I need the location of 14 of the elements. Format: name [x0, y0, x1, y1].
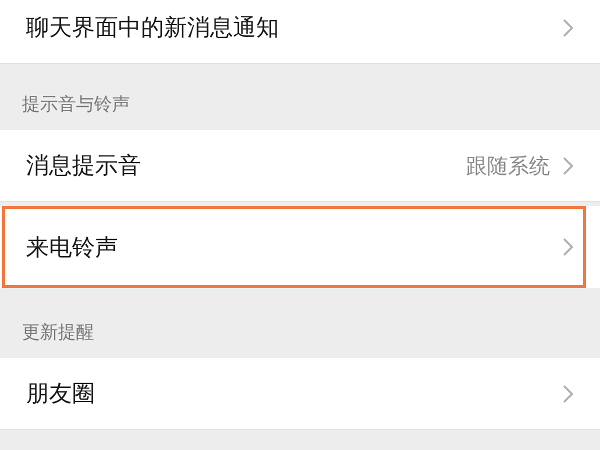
- chevron-icon: [562, 18, 574, 38]
- settings-row[interactable]: 朋友圈: [0, 358, 600, 430]
- row-label: 来电铃声: [26, 234, 119, 262]
- settings-row[interactable]: 消息提示音 跟随系统: [0, 130, 600, 202]
- row-label: 朋友圈: [26, 380, 96, 409]
- section-header: 提示音与铃声: [21, 93, 131, 117]
- section-header: 更新提醒: [21, 321, 95, 345]
- row-label: 消息提示音: [26, 152, 142, 181]
- chevron-icon: [562, 156, 574, 176]
- row-label: 聊天界面中的新消息通知: [26, 14, 280, 43]
- row-value: 跟随系统: [466, 152, 550, 180]
- chevron-icon: [562, 237, 574, 257]
- settings-row[interactable]: 聊天界面中的新消息通知: [0, 0, 600, 64]
- chevron-icon: [562, 384, 574, 404]
